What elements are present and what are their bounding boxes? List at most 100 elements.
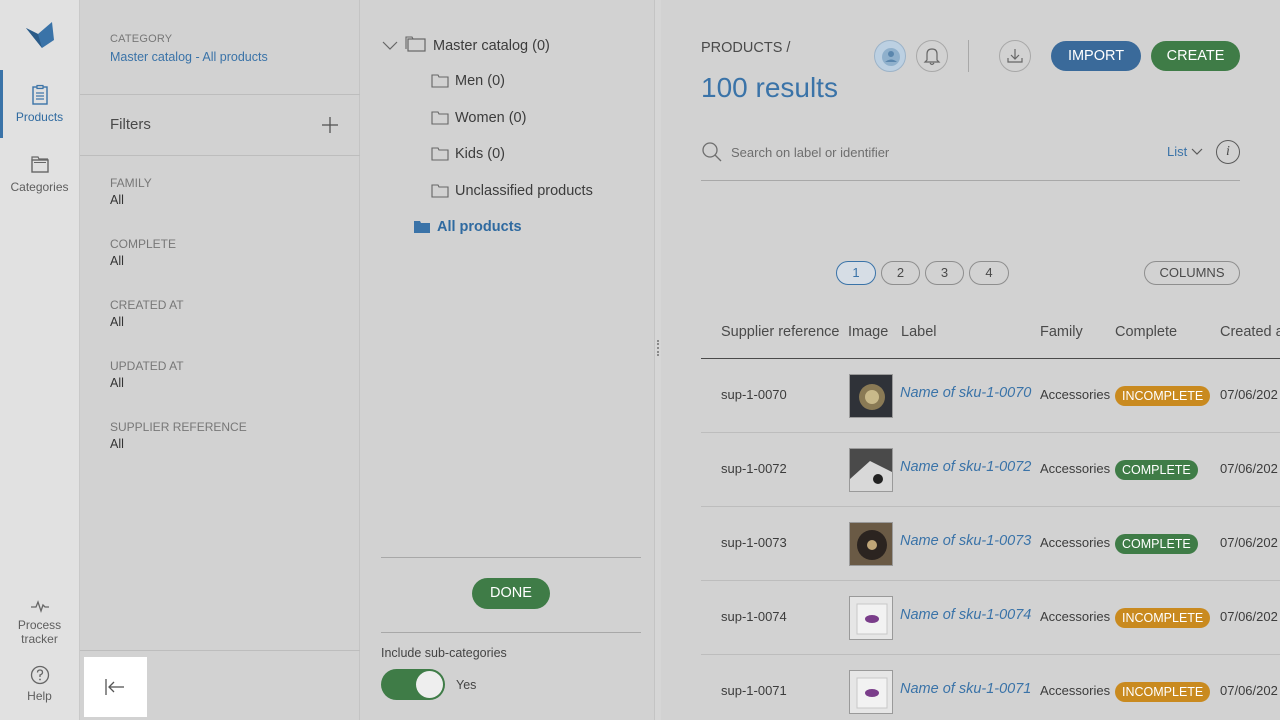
- tree-node-label: Unclassified products: [455, 183, 593, 199]
- notifications-button[interactable]: [916, 40, 948, 72]
- tree-node-label: Men (0): [455, 73, 505, 89]
- column-header-image[interactable]: Image: [848, 324, 888, 340]
- supplier-reference: sup-1-0072: [721, 461, 787, 476]
- product-label-link[interactable]: Name of sku-1-0070: [900, 385, 1031, 401]
- filter-label: CREATED AT: [110, 298, 184, 312]
- category-tree-panel: Master catalog (0) Men (0) Women (0) Kid…: [361, 0, 655, 720]
- folders-icon: [405, 36, 426, 52]
- filter-supplier-reference[interactable]: SUPPLIER REFERENCE All: [110, 420, 247, 451]
- table-row[interactable]: sup-1-0073 Name of sku-1-0073 Accessorie…: [701, 507, 1280, 581]
- filter-value: All: [110, 315, 124, 329]
- column-header-label[interactable]: Label: [901, 324, 936, 340]
- product-image[interactable]: [849, 374, 893, 418]
- page-button-1[interactable]: 1: [836, 261, 876, 285]
- tree-node-unclassified[interactable]: Unclassified products: [431, 182, 593, 199]
- filter-label: UPDATED AT: [110, 359, 184, 373]
- filter-label: COMPLETE: [110, 237, 177, 251]
- nav-item-products[interactable]: Products: [0, 70, 79, 138]
- product-thumbnail: [850, 449, 892, 491]
- results-count: 100 results: [701, 72, 838, 103]
- product-image[interactable]: [849, 522, 893, 566]
- product-label-link[interactable]: Name of sku-1-0073: [900, 533, 1031, 549]
- page-button-3[interactable]: 3: [925, 261, 964, 285]
- filter-family[interactable]: FAMILY All: [110, 176, 152, 207]
- category-label: CATEGORY: [110, 33, 173, 45]
- category-value[interactable]: Master catalog - All products: [110, 50, 268, 64]
- nav-item-label: Help: [27, 689, 52, 703]
- user-avatar[interactable]: [874, 40, 906, 72]
- page-button-2[interactable]: 2: [881, 261, 920, 285]
- main-navigation: Products Categories Process tracker Help: [0, 0, 80, 720]
- nav-item-help[interactable]: Help: [0, 660, 79, 720]
- filter-label: FAMILY: [110, 176, 152, 190]
- tree-node-all-products[interactable]: All products: [413, 218, 522, 235]
- status-badge: INCOMPLETE: [1115, 682, 1211, 702]
- product-thumbnail: [850, 671, 892, 713]
- nav-item-categories[interactable]: Categories: [0, 140, 79, 208]
- table-row[interactable]: sup-1-0070 Name of sku-1-0070 Accessorie…: [701, 359, 1280, 433]
- filter-updated-at[interactable]: UPDATED AT All: [110, 359, 184, 390]
- include-subcategories-label: Include sub-categories: [381, 646, 507, 660]
- filter-complete[interactable]: COMPLETE All: [110, 237, 176, 268]
- product-thumbnail: [850, 523, 892, 565]
- include-subcategories-toggle[interactable]: [381, 669, 445, 700]
- table-row[interactable]: sup-1-0072 Name of sku-1-0072 Accessorie…: [701, 433, 1280, 507]
- created-at: 07/06/202: [1220, 609, 1278, 624]
- status-badge: COMPLETE: [1115, 460, 1198, 480]
- created-at: 07/06/202: [1220, 683, 1278, 698]
- search-input[interactable]: Search on label or identifier: [731, 145, 889, 160]
- table-row[interactable]: sup-1-0074 Name of sku-1-0074 Accessorie…: [701, 581, 1280, 655]
- chevron-down-icon: [1191, 148, 1203, 155]
- column-header-supplier-reference[interactable]: Supplier reference: [721, 324, 840, 340]
- product-image[interactable]: [849, 670, 893, 714]
- clipboard-icon: [31, 84, 48, 105]
- chevron-down-icon[interactable]: [381, 37, 399, 53]
- page-button-4[interactable]: 4: [969, 261, 1009, 285]
- folder-icon: [431, 147, 449, 161]
- app-logo[interactable]: [24, 18, 56, 50]
- product-label-link[interactable]: Name of sku-1-0074: [900, 607, 1031, 623]
- divider: [80, 650, 360, 651]
- breadcrumb[interactable]: PRODUCTS /: [701, 40, 790, 56]
- tree-node-kids[interactable]: Kids (0): [431, 145, 505, 162]
- tree-node-root[interactable]: Master catalog (0): [381, 35, 550, 54]
- columns-button[interactable]: COLUMNS: [1144, 261, 1240, 285]
- product-image[interactable]: [849, 596, 893, 640]
- product-image[interactable]: [849, 448, 893, 492]
- created-at: 07/06/202: [1220, 387, 1278, 402]
- supplier-reference: sup-1-0070: [721, 387, 787, 402]
- view-mode-select[interactable]: List: [1167, 144, 1203, 159]
- divider: [381, 557, 641, 558]
- product-label-link[interactable]: Name of sku-1-0072: [900, 459, 1031, 475]
- product-label-link[interactable]: Name of sku-1-0071: [900, 681, 1031, 697]
- avatar-icon: [882, 48, 900, 66]
- divider: [968, 40, 969, 72]
- collapse-panel-button[interactable]: [84, 657, 147, 717]
- tree-node-label: Kids (0): [455, 146, 505, 162]
- filter-created-at[interactable]: CREATED AT All: [110, 298, 184, 329]
- import-button[interactable]: IMPORT: [1051, 41, 1141, 71]
- table-row[interactable]: sup-1-0071 Name of sku-1-0071 Accessorie…: [701, 655, 1280, 720]
- export-button[interactable]: [999, 40, 1031, 72]
- filters-title: Filters: [110, 116, 151, 133]
- download-icon: [1007, 49, 1023, 63]
- info-icon[interactable]: i: [1216, 140, 1240, 164]
- filter-label: SUPPLIER REFERENCE: [110, 420, 247, 434]
- supplier-reference: sup-1-0071: [721, 683, 787, 698]
- column-header-family[interactable]: Family: [1040, 324, 1083, 340]
- toggle-value: Yes: [456, 678, 477, 692]
- create-button[interactable]: CREATE: [1151, 41, 1240, 71]
- status-badge: INCOMPLETE: [1115, 386, 1211, 406]
- tree-node-label: All products: [437, 219, 522, 235]
- column-header-created-at[interactable]: Created a: [1220, 324, 1280, 340]
- product-family: Accessories: [1040, 609, 1111, 624]
- product-family: Accessories: [1040, 461, 1111, 476]
- product-thumbnail: [850, 597, 892, 639]
- nav-item-process-tracker[interactable]: Process tracker: [0, 590, 79, 658]
- done-button[interactable]: DONE: [472, 578, 550, 609]
- category-selector[interactable]: CATEGORY Master catalog - All products: [80, 0, 360, 95]
- tree-node-women[interactable]: Women (0): [431, 109, 526, 126]
- tree-node-men[interactable]: Men (0): [431, 72, 505, 89]
- column-header-complete[interactable]: Complete: [1115, 324, 1177, 340]
- add-filter-icon[interactable]: [320, 115, 340, 135]
